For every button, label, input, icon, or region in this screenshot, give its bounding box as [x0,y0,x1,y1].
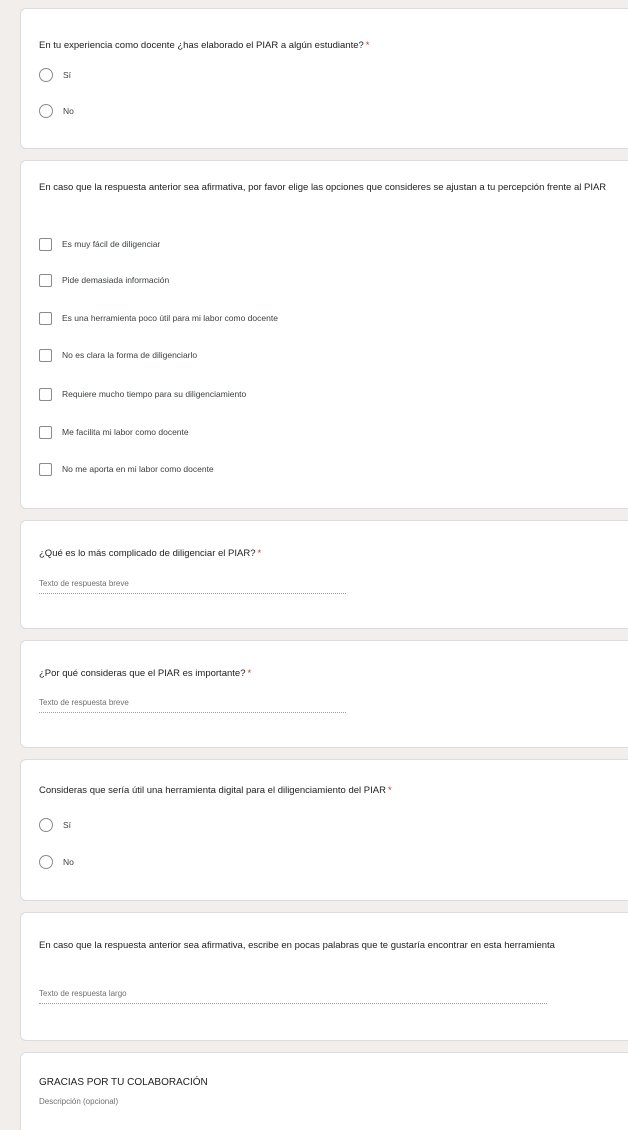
question-title: En caso que la respuesta anterior sea af… [39,940,555,951]
radio-button-icon[interactable] [39,104,53,118]
required-asterisk: * [257,548,262,559]
checkbox-option[interactable]: Pide demasiada información [39,272,169,288]
radio-button-icon[interactable] [39,68,53,82]
checkbox-icon[interactable] [39,425,52,439]
required-asterisk: * [247,668,252,679]
short-answer-field[interactable]: Texto de respuesta breve [39,698,346,713]
required-asterisk: * [387,785,392,796]
checkbox-option[interactable]: Es muy fácil de diligenciar [39,236,160,252]
radio-option-no[interactable]: No [39,103,74,119]
question-title: En tu experiencia como docente ¿has elab… [39,40,370,51]
checkbox-icon[interactable] [39,462,52,476]
section-title: GRACIAS POR TU COLABORACIÓN [39,1077,208,1088]
radio-button-icon[interactable] [39,855,53,869]
checkbox-option[interactable]: Requiere mucho tiempo para su diligencia… [39,386,246,402]
section-description[interactable]: Descripción (opcional) [39,1097,118,1106]
checkbox-option[interactable]: Es una herramienta poco útil para mi lab… [39,310,278,326]
question-card-digital-tool: Consideras que sería útil una herramient… [20,759,628,901]
section-card-thanks: GRACIAS POR TU COLABORACIÓN Descripción … [20,1052,628,1130]
checkbox-option[interactable]: Me facilita mi labor como docente [39,424,189,440]
question-card-elaborated-piar: En tu experiencia como docente ¿has elab… [20,8,628,149]
radio-button-icon[interactable] [39,818,53,832]
question-card-most-complicated: ¿Qué es lo más complicado de diligenciar… [20,520,628,629]
short-answer-field[interactable]: Texto de respuesta breve [39,579,346,594]
checkbox-icon[interactable] [39,387,52,401]
radio-option-si[interactable]: Sí [39,67,71,83]
question-card-importance: ¿Por qué consideras que el PIAR es impor… [20,640,628,748]
question-title: ¿Por qué consideras que el PIAR es impor… [39,668,252,679]
checkbox-icon[interactable] [39,237,52,251]
required-asterisk: * [365,40,370,51]
long-answer-field[interactable]: Texto de respuesta largo [39,989,547,1004]
checkbox-option[interactable]: No me aporta en mi labor como docente [39,461,214,477]
question-card-tool-wishes: En caso que la respuesta anterior sea af… [20,912,628,1041]
checkbox-icon[interactable] [39,311,52,325]
question-title: Consideras que sería útil una herramient… [39,785,392,796]
question-title: ¿Qué es lo más complicado de diligenciar… [39,548,262,559]
checkbox-icon[interactable] [39,273,52,287]
radio-option-no[interactable]: No [39,854,74,870]
checkbox-option[interactable]: No es clara la forma de diligenciarlo [39,347,197,363]
question-title: En caso que la respuesta anterior sea af… [39,182,607,193]
checkbox-icon[interactable] [39,348,52,362]
question-card-perception: En caso que la respuesta anterior sea af… [20,160,628,509]
radio-option-si[interactable]: Sí [39,817,71,833]
